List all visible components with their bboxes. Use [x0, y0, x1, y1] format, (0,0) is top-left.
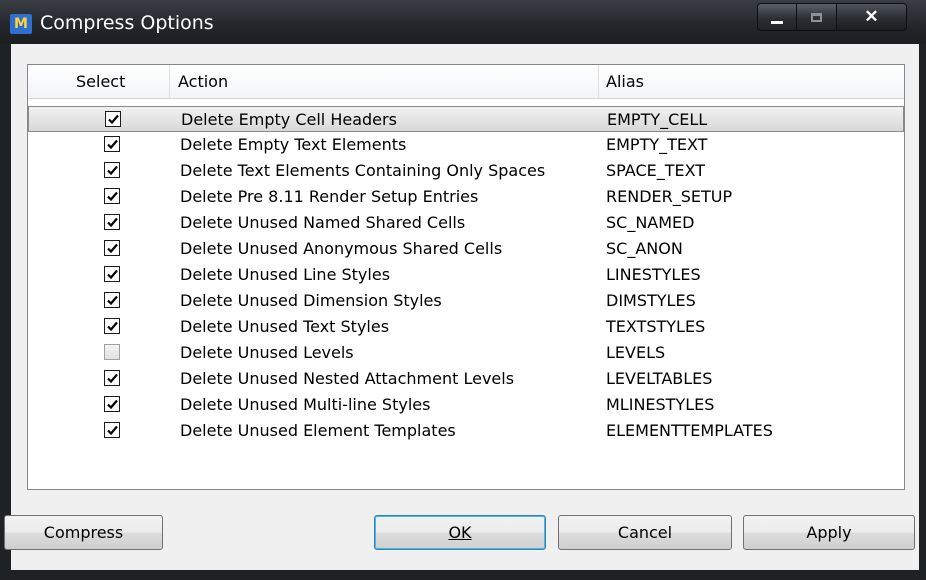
alias-text: LEVELTABLES — [606, 369, 713, 388]
close-button[interactable]: ✕ — [837, 3, 907, 31]
maximize-icon — [811, 12, 822, 22]
window-title: Compress Options — [40, 12, 214, 34]
compress-options-list[interactable]: Select Action Alias Delete Empty Cell He… — [27, 64, 905, 490]
alias-text: EMPTY_CELL — [607, 110, 708, 129]
list-row[interactable]: Delete Unused Levels LEVELS — [28, 340, 904, 366]
select-checkbox[interactable] — [104, 136, 120, 152]
list-row[interactable]: Delete Pre 8.11 Render Setup Entries REND… — [28, 184, 904, 210]
select-checkbox[interactable] — [104, 422, 120, 438]
maximize-button[interactable] — [797, 3, 837, 31]
action-text: Delete Unused Line Styles — [180, 265, 391, 284]
checkmark-icon — [106, 425, 118, 435]
checkmark-icon — [106, 243, 118, 253]
apply-button[interactable]: Apply — [743, 515, 915, 550]
list-row[interactable]: Delete Unused Anonymous Shared Cells SC_A… — [28, 236, 904, 262]
list-row[interactable]: Delete Empty Cell Headers EMPTY_CELL — [28, 106, 904, 132]
action-text: Delete Pre 8.11 Render Setup Entries — [180, 187, 479, 206]
list-row[interactable]: Delete Unused Line Styles LINESTYLES — [28, 262, 904, 288]
select-checkbox[interactable] — [104, 214, 120, 230]
column-divider[interactable] — [598, 65, 599, 98]
checkmark-icon — [107, 114, 119, 124]
ok-button-label: OK — [448, 523, 472, 542]
close-icon: ✕ — [864, 7, 879, 26]
minimize-icon — [771, 20, 783, 24]
alias-text: SC_ANON — [606, 239, 683, 258]
dialog-client-area: Select Action Alias Delete Empty Cell He… — [4, 44, 919, 570]
compress-options-window: M Compress Options ✕ Select Action Alias… — [0, 0, 926, 580]
checkmark-icon — [106, 373, 118, 383]
alias-text: RENDER_SETUP — [606, 187, 733, 206]
select-checkbox[interactable] — [104, 370, 120, 386]
action-text: Delete Unused Anonymous Shared Cells — [180, 239, 503, 258]
action-text: Delete Unused Nested Attachment Levels — [180, 369, 515, 388]
list-row[interactable]: Delete Unused Multi-line Styles MLINESTYL… — [28, 392, 904, 418]
minimize-button[interactable] — [757, 3, 797, 31]
column-header-alias[interactable]: Alias — [606, 65, 644, 98]
alias-text: LINESTYLES — [606, 265, 701, 284]
checkmark-icon — [106, 217, 118, 227]
list-row[interactable]: Delete Unused Dimension Styles DIMSTYLES — [28, 288, 904, 314]
select-checkbox[interactable] — [104, 318, 120, 334]
select-checkbox[interactable] — [104, 188, 120, 204]
action-text: Delete Unused Element Templates — [180, 421, 456, 440]
alias-text: DIMSTYLES — [606, 291, 696, 310]
caption-buttons: ✕ — [757, 3, 907, 33]
title-bar[interactable]: M Compress Options ✕ — [0, 0, 926, 44]
cancel-button[interactable]: Cancel — [558, 515, 732, 550]
action-text: Delete Text Elements Containing Only Spa… — [180, 161, 546, 180]
list-row[interactable]: Delete Unused Nested Attachment Levels LE… — [28, 366, 904, 392]
alias-text: TEXTSTYLES — [606, 317, 706, 336]
column-header-action[interactable]: Action — [178, 65, 228, 98]
ok-button[interactable]: OK — [374, 515, 546, 550]
select-checkbox[interactable] — [105, 111, 121, 127]
compress-button-label: Compress — [43, 523, 124, 542]
list-header: Select Action Alias — [28, 65, 904, 99]
column-divider[interactable] — [169, 65, 170, 98]
column-header-select[interactable]: Select — [76, 65, 125, 98]
action-text: Delete Unused Levels — [180, 343, 354, 362]
checkmark-icon — [106, 269, 118, 279]
microstation-app-icon: M — [10, 14, 32, 34]
checkmark-icon — [106, 399, 118, 409]
select-checkbox[interactable] — [104, 292, 120, 308]
alias-text: LEVELS — [606, 343, 666, 362]
action-text: Delete Empty Cell Headers — [181, 110, 397, 129]
action-text: Delete Empty Text Elements — [180, 135, 407, 154]
alias-text: EMPTY_TEXT — [606, 135, 708, 154]
select-checkbox[interactable] — [104, 240, 120, 256]
apply-button-label: Apply — [806, 523, 852, 542]
list-row[interactable]: Delete Empty Text Elements EMPTY_TEXT — [28, 132, 904, 158]
compress-button[interactable]: Compress — [4, 515, 163, 550]
select-checkbox[interactable] — [104, 266, 120, 282]
alias-text: SPACE_TEXT — [606, 161, 706, 180]
action-text: Delete Unused Text Styles — [180, 317, 390, 336]
action-text: Delete Unused Multi-line Styles — [180, 395, 431, 414]
alias-text: MLINESTYLES — [606, 395, 715, 414]
alias-text: SC_NAMED — [606, 213, 695, 232]
checkmark-icon — [106, 295, 118, 305]
select-checkbox[interactable] — [104, 396, 120, 412]
alias-text: ELEMENTTEMPLATES — [606, 421, 773, 440]
list-row[interactable]: Delete Text Elements Containing Only Spa… — [28, 158, 904, 184]
checkmark-icon — [106, 165, 118, 175]
list-row[interactable]: Delete Unused Text Styles TEXTSTYLES — [28, 314, 904, 340]
select-checkbox[interactable] — [104, 344, 120, 360]
checkmark-icon — [106, 139, 118, 149]
action-text: Delete Unused Named Shared Cells — [180, 213, 466, 232]
cancel-button-label: Cancel — [617, 523, 673, 542]
list-row[interactable]: Delete Unused Named Shared Cells SC_NAMED — [28, 210, 904, 236]
checkmark-icon — [106, 191, 118, 201]
select-checkbox[interactable] — [104, 162, 120, 178]
list-row[interactable]: Delete Unused Element Templates ELEMENTTE… — [28, 418, 904, 444]
list-rows: Delete Empty Cell Headers EMPTY_CELL Delet… — [28, 106, 904, 444]
checkmark-icon — [106, 321, 118, 331]
action-text: Delete Unused Dimension Styles — [180, 291, 442, 310]
